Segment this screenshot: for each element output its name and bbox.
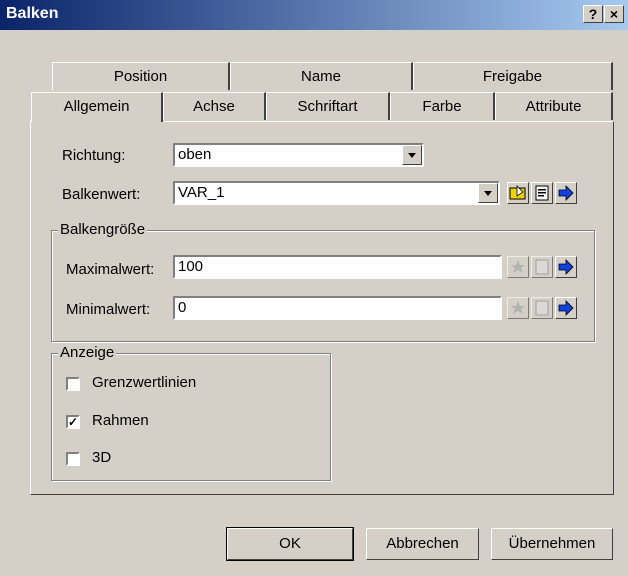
3d-checkbox[interactable] bbox=[66, 452, 80, 466]
min-value-text: 0 bbox=[178, 299, 187, 316]
3d-label[interactable]: 3D bbox=[92, 449, 111, 466]
richtung-label: Richtung: bbox=[62, 147, 126, 164]
richtung-value: oben bbox=[178, 146, 212, 163]
group-balkengroesse bbox=[51, 230, 595, 342]
tab-farbe[interactable]: Farbe bbox=[390, 92, 495, 120]
star-disabled-icon[interactable] bbox=[507, 297, 529, 319]
anzeige-group-label: Anzeige bbox=[58, 344, 117, 361]
balkengroesse-group-label: Balkengröße bbox=[58, 221, 148, 238]
ok-button[interactable]: OK bbox=[226, 527, 354, 561]
properties-disabled-icon[interactable] bbox=[531, 256, 553, 278]
tab-allgemein[interactable]: Allgemein bbox=[31, 92, 163, 122]
folder-var-icon[interactable] bbox=[507, 182, 529, 204]
balkenwert-value: VAR_1 bbox=[178, 184, 225, 201]
grenzwertlinien-checkbox[interactable] bbox=[66, 377, 80, 391]
min-label: Minimalwert: bbox=[66, 301, 151, 318]
balkenwert-label: Balkenwert: bbox=[62, 186, 141, 203]
properties-disabled-icon[interactable] bbox=[531, 297, 553, 319]
tab-achse[interactable]: Achse bbox=[163, 92, 266, 120]
help-button[interactable]: ? bbox=[583, 5, 603, 23]
apply-button[interactable]: Übernehmen bbox=[491, 528, 613, 560]
tab-position[interactable]: Position bbox=[52, 62, 230, 90]
rahmen-checkbox[interactable]: ✓ bbox=[66, 415, 80, 429]
arrow-right-icon[interactable] bbox=[555, 256, 577, 278]
arrow-right-icon[interactable] bbox=[555, 297, 577, 319]
dialog-balken: Balken ? × Position Name Freigabe Allgem… bbox=[0, 0, 628, 576]
richtung-select[interactable]: oben bbox=[173, 143, 424, 167]
max-value-text: 100 bbox=[178, 258, 204, 275]
check-mark-icon: ✓ bbox=[68, 415, 79, 429]
arrow-right-icon[interactable] bbox=[555, 182, 577, 204]
balkenwert-select[interactable]: VAR_1 bbox=[173, 181, 500, 205]
title-bar[interactable]: Balken ? × bbox=[0, 0, 628, 30]
star-disabled-icon[interactable] bbox=[507, 256, 529, 278]
min-value-field[interactable]: 0 bbox=[173, 296, 502, 320]
window-title: Balken bbox=[6, 5, 59, 22]
rahmen-label[interactable]: Rahmen bbox=[92, 412, 149, 429]
cancel-button[interactable]: Abbrechen bbox=[366, 528, 479, 560]
tab-name[interactable]: Name bbox=[230, 62, 413, 90]
chevron-down-icon[interactable] bbox=[402, 145, 422, 165]
tab-schriftart[interactable]: Schriftart bbox=[266, 92, 390, 120]
tab-attribute[interactable]: Attribute bbox=[495, 92, 613, 120]
chevron-down-icon[interactable] bbox=[478, 183, 498, 203]
close-button[interactable]: × bbox=[604, 5, 624, 23]
max-value-field[interactable]: 100 bbox=[173, 255, 502, 279]
tab-freigabe[interactable]: Freigabe bbox=[413, 62, 613, 90]
max-label: Maximalwert: bbox=[66, 261, 155, 278]
grenzwertlinien-label[interactable]: Grenzwertlinien bbox=[92, 374, 196, 391]
properties-icon[interactable] bbox=[531, 182, 553, 204]
